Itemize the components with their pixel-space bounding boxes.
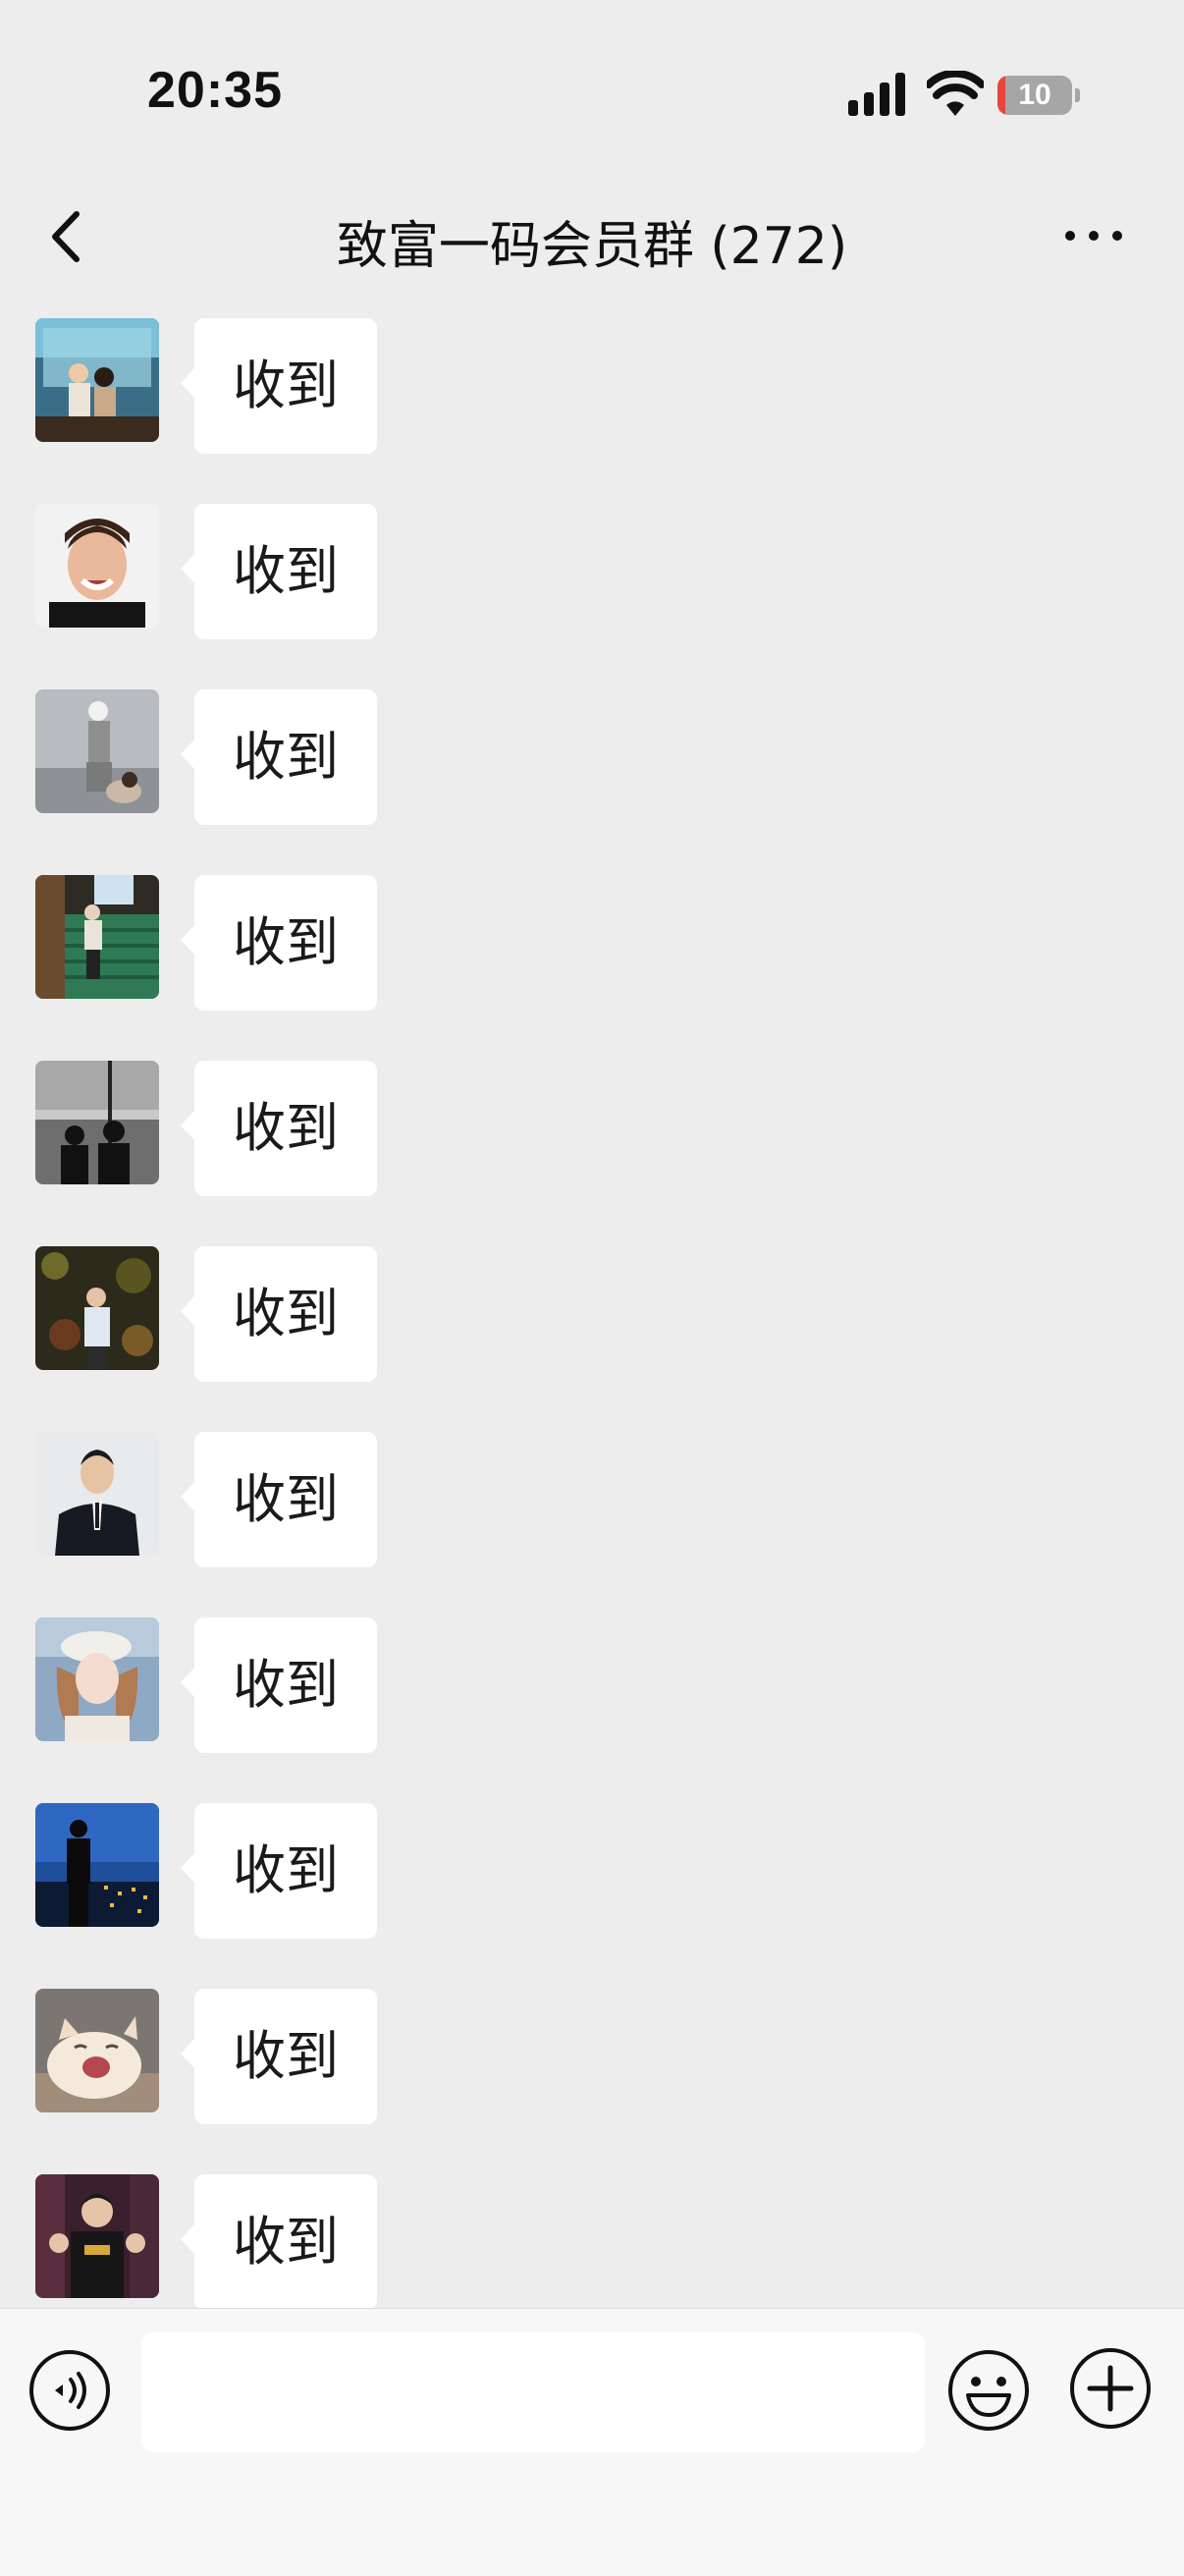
- avatar-image: [35, 875, 159, 999]
- message-bubble[interactable]: 收到: [181, 1617, 377, 1753]
- more-dots-icon[interactable]: [1062, 222, 1125, 249]
- status-time: 20:35: [147, 62, 283, 119]
- avatar[interactable]: [35, 1061, 159, 1184]
- nav-bar: 致富一码会员群 (272): [0, 187, 1184, 285]
- chat-title: 致富一码会员群 (272): [336, 217, 848, 276]
- message-row: 收到: [0, 1584, 1184, 1753]
- message-row: 收到: [0, 1213, 1184, 1382]
- bubble-tail: [181, 1295, 195, 1327]
- message-bubble[interactable]: 收到: [181, 2174, 377, 2308]
- message-text: 收到: [233, 911, 339, 973]
- avatar[interactable]: [35, 1246, 159, 1370]
- bubble-tail: [181, 1110, 195, 1141]
- message-row: 收到: [0, 1398, 1184, 1567]
- message-bubble[interactable]: 收到: [181, 689, 377, 825]
- avatar-image: [35, 1432, 159, 1556]
- bubble-tail: [181, 924, 195, 956]
- avatar-image: [35, 318, 159, 442]
- message-text: 收到: [233, 2025, 339, 2087]
- avatar[interactable]: [35, 1617, 159, 1741]
- message-input[interactable]: [141, 2332, 925, 2452]
- message-list[interactable]: 收到 收到 收到 收到 收到 收到 收到 收到 收到 收到 收到: [0, 285, 1184, 2308]
- message-row: 收到: [0, 1955, 1184, 2124]
- bubble-tail: [181, 739, 195, 770]
- message-row: 收到: [0, 842, 1184, 1011]
- bubble-tail: [181, 1667, 195, 1698]
- chevron-left-icon[interactable]: [43, 208, 92, 265]
- message-row: 收到: [0, 656, 1184, 825]
- avatar[interactable]: [35, 689, 159, 813]
- avatar-image: [35, 1061, 159, 1184]
- message-bubble[interactable]: 收到: [181, 1432, 377, 1567]
- chat-input-bar: [0, 2308, 1184, 2576]
- voice-icon[interactable]: [27, 2348, 112, 2433]
- avatar-image: [35, 1617, 159, 1741]
- message-bubble[interactable]: 收到: [181, 1803, 377, 1939]
- bubble-tail: [181, 367, 195, 399]
- signal-bars-icon: [848, 73, 905, 116]
- bubble-tail: [181, 1481, 195, 1512]
- avatar-image: [35, 689, 159, 813]
- message-bubble[interactable]: 收到: [181, 1246, 377, 1382]
- avatar[interactable]: [35, 2174, 159, 2298]
- wifi-icon: [927, 71, 984, 116]
- avatar[interactable]: [35, 1803, 159, 1927]
- avatar[interactable]: [35, 318, 159, 442]
- plus-icon[interactable]: [1068, 2346, 1153, 2431]
- avatar[interactable]: [35, 875, 159, 999]
- avatar-image: [35, 1989, 159, 2112]
- bubble-tail: [181, 1852, 195, 1884]
- bubble-tail: [181, 553, 195, 584]
- battery-level-text: 10: [1018, 79, 1051, 111]
- message-text: 收到: [233, 1283, 339, 1344]
- message-text: 收到: [233, 1839, 339, 1901]
- message-text: 收到: [233, 1654, 339, 1716]
- avatar-image: [35, 1246, 159, 1370]
- message-text: 收到: [233, 355, 339, 416]
- avatar-image: [35, 2174, 159, 2298]
- message-bubble[interactable]: 收到: [181, 1061, 377, 1196]
- battery-indicator: 10: [997, 76, 1080, 115]
- bubble-tail: [181, 2038, 195, 2069]
- avatar[interactable]: [35, 504, 159, 628]
- message-row: 收到: [0, 285, 1184, 454]
- message-text: 收到: [233, 540, 339, 602]
- avatar-image: [35, 504, 159, 628]
- message-text: 收到: [233, 1097, 339, 1159]
- message-row: 收到: [0, 2141, 1184, 2308]
- avatar[interactable]: [35, 1432, 159, 1556]
- message-text: 收到: [233, 2211, 339, 2273]
- message-bubble[interactable]: 收到: [181, 875, 377, 1011]
- message-text: 收到: [233, 1468, 339, 1530]
- message-row: 收到: [0, 1770, 1184, 1939]
- message-row: 收到: [0, 470, 1184, 639]
- message-bubble[interactable]: 收到: [181, 318, 377, 454]
- emoji-icon[interactable]: [946, 2348, 1031, 2433]
- message-bubble[interactable]: 收到: [181, 1989, 377, 2124]
- bubble-tail: [181, 2223, 195, 2255]
- status-bar: 20:35 10: [0, 0, 1184, 187]
- message-row: 收到: [0, 1027, 1184, 1196]
- avatar[interactable]: [35, 1989, 159, 2112]
- message-bubble[interactable]: 收到: [181, 504, 377, 639]
- message-text: 收到: [233, 726, 339, 788]
- avatar-image: [35, 1803, 159, 1927]
